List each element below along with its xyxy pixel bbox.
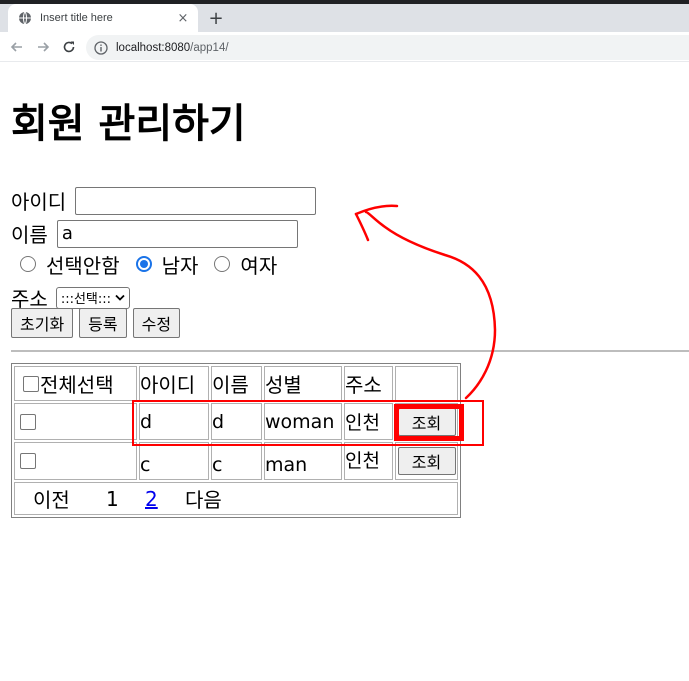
annotation-arrow <box>354 204 497 400</box>
